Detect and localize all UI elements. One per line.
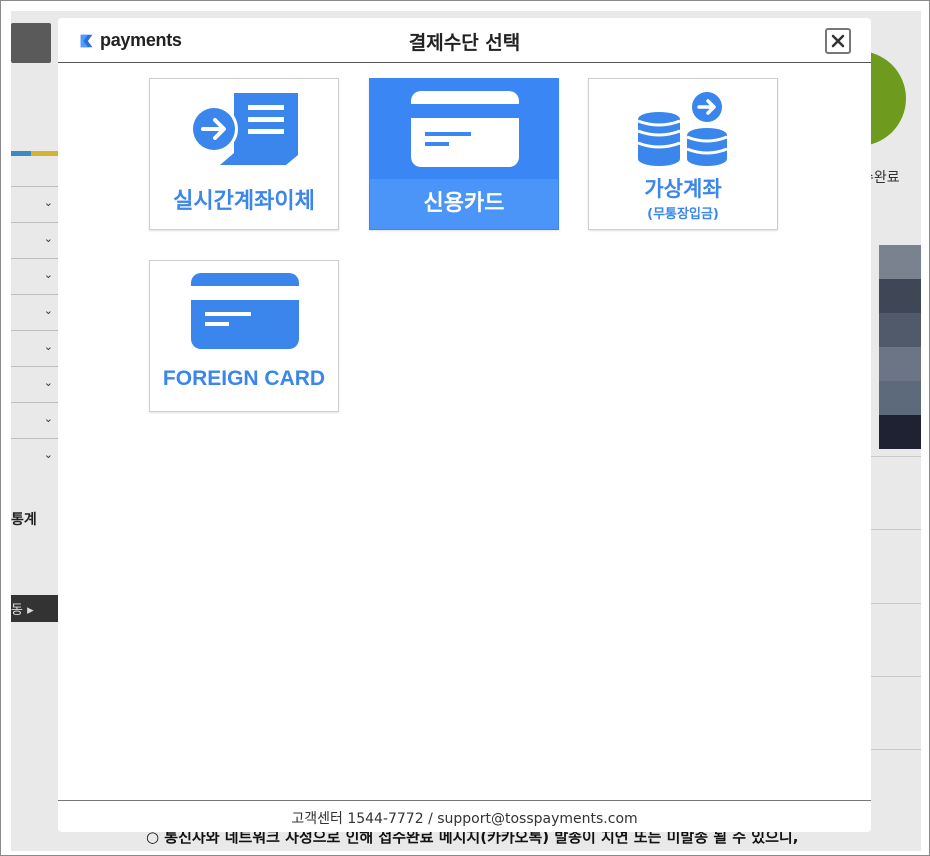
sidebar-row: ⌄ xyxy=(11,366,59,402)
method-foreign-card[interactable]: FOREIGN CARD xyxy=(149,260,339,412)
background-sidebar: ⌄ ⌄ ⌄ ⌄ ⌄ ⌄ ⌄ ⌄ xyxy=(11,186,59,474)
bank-transfer-icon xyxy=(190,93,298,165)
background-image-strip xyxy=(879,245,921,449)
background-button xyxy=(11,23,51,63)
sidebar-row: ⌄ xyxy=(11,186,59,222)
method-virtual-account[interactable]: 가상계좌 (무통장입금) xyxy=(588,78,778,230)
method-credit-card[interactable]: 신용카드 xyxy=(369,78,559,230)
background-stripe xyxy=(11,151,59,156)
credit-card-icon xyxy=(411,91,519,167)
sidebar-row: ⌄ xyxy=(11,438,59,474)
method-label: FOREIGN CARD xyxy=(162,367,326,390)
background-divider xyxy=(871,676,921,677)
sidebar-row: ⌄ xyxy=(11,222,59,258)
background-divider xyxy=(871,529,921,530)
modal-header: payments 결제수단 선택 xyxy=(58,18,871,63)
window-frame: ⌄ ⌄ ⌄ ⌄ ⌄ ⌄ ⌄ ⌄ 통계 동 ▸ 수완료 ○ 통신사와 네트워크 사… xyxy=(0,0,930,856)
background-dark-bar: 동 ▸ xyxy=(11,595,59,622)
sidebar-row: ⌄ xyxy=(11,294,59,330)
coin-stack-icon xyxy=(637,92,728,166)
method-sublabel: (무통장입금) xyxy=(647,207,719,222)
modal-footer: 고객센터 1544-7772 / support@tosspayments.co… xyxy=(58,800,871,832)
close-button[interactable] xyxy=(825,28,851,54)
modal-title: 결제수단 선택 xyxy=(408,32,521,54)
foreign-card-icon xyxy=(191,273,299,349)
sidebar-row: ⌄ xyxy=(11,402,59,438)
background-divider xyxy=(871,603,921,604)
background-dark-label: 동 xyxy=(11,603,23,618)
method-label: 실시간계좌이체 xyxy=(173,189,315,214)
sidebar-row: ⌄ xyxy=(11,258,59,294)
background-divider xyxy=(871,456,921,457)
method-label: 가상계좌 xyxy=(644,177,722,201)
payment-method-modal: payments 결제수단 선택 실시간계좌이체 신용카드 가상계좌 (무통장입… xyxy=(58,18,871,832)
method-label: 신용카드 xyxy=(423,191,505,216)
sidebar-row: ⌄ xyxy=(11,330,59,366)
background-divider xyxy=(871,749,921,750)
close-icon xyxy=(831,34,845,48)
background-stat-label: 통계 xyxy=(11,512,37,528)
method-bank-transfer[interactable]: 실시간계좌이체 xyxy=(149,78,339,230)
